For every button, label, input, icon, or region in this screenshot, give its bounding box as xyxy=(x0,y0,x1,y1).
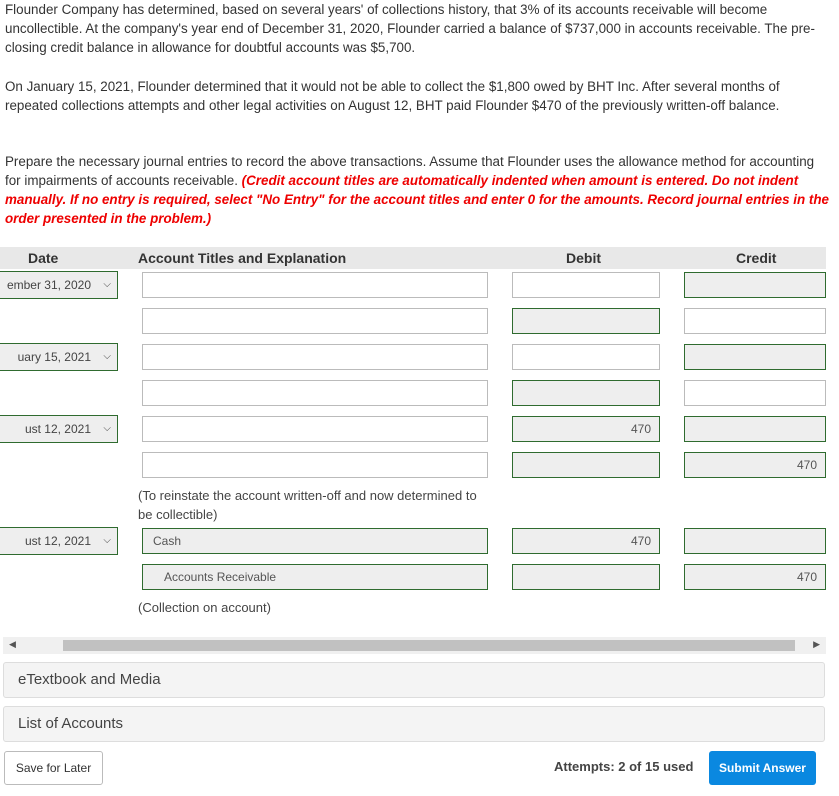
header-credit: Credit xyxy=(736,250,777,266)
debit-input[interactable]: 470 xyxy=(512,416,660,442)
credit-input[interactable]: 470 xyxy=(684,452,826,478)
credit-input[interactable] xyxy=(684,344,826,370)
date-select[interactable]: ust 12, 2021 ⌵ xyxy=(0,415,118,443)
credit-input[interactable] xyxy=(684,380,826,406)
debit-input[interactable] xyxy=(512,380,660,406)
scroll-right-icon[interactable]: ▶ xyxy=(813,639,820,650)
header-date: Date xyxy=(28,250,59,266)
entry-explanation: (Collection on account) xyxy=(138,600,271,615)
instructions: Prepare the necessary journal entries to… xyxy=(5,152,830,228)
account-input[interactable]: Cash xyxy=(142,528,488,554)
account-input[interactable] xyxy=(142,416,488,442)
scroll-left-icon[interactable]: ◀ xyxy=(9,639,16,650)
date-select[interactable]: ember 31, 2020 ⌵ xyxy=(0,271,118,299)
account-input[interactable]: Accounts Receivable xyxy=(142,564,488,590)
credit-input[interactable]: 470 xyxy=(684,564,826,590)
horizontal-scrollbar[interactable]: ◀ ▶ xyxy=(3,637,826,654)
debit-input[interactable] xyxy=(512,308,660,334)
date-select[interactable]: uary 15, 2021 ⌵ xyxy=(0,343,118,371)
account-input[interactable] xyxy=(142,272,488,298)
header-account: Account Titles and Explanation xyxy=(138,250,347,266)
debit-input[interactable] xyxy=(512,452,660,478)
debit-input[interactable]: 470 xyxy=(512,528,660,554)
list-of-accounts-section[interactable]: List of Accounts xyxy=(3,706,825,742)
date-value: ust 12, 2021 xyxy=(24,534,91,548)
header-debit: Debit xyxy=(566,250,601,266)
account-input[interactable] xyxy=(142,308,488,334)
submit-answer-button[interactable]: Submit Answer xyxy=(709,751,816,785)
debit-input[interactable] xyxy=(512,344,660,370)
save-for-later-button[interactable]: Save for Later xyxy=(4,751,103,785)
account-input[interactable] xyxy=(142,344,488,370)
credit-input[interactable] xyxy=(684,416,826,442)
chevron-down-icon: ⌵ xyxy=(103,351,111,362)
attempts-counter: Attempts: 2 of 15 used xyxy=(554,759,694,774)
credit-input[interactable] xyxy=(684,308,826,334)
debit-input[interactable] xyxy=(512,272,660,298)
problem-paragraph-1: Flounder Company has determined, based o… xyxy=(5,2,815,55)
account-input[interactable] xyxy=(142,452,488,478)
date-select[interactable]: ust 12, 2021 ⌵ xyxy=(0,527,118,555)
chevron-down-icon: ⌵ xyxy=(103,423,111,434)
account-input[interactable] xyxy=(142,380,488,406)
debit-input[interactable] xyxy=(512,564,660,590)
chevron-down-icon: ⌵ xyxy=(103,535,111,546)
credit-input[interactable] xyxy=(684,272,826,298)
date-value: uary 15, 2021 xyxy=(17,350,91,364)
etextbook-media-section[interactable]: eTextbook and Media xyxy=(3,662,825,698)
entry-explanation: (To reinstate the account written-off an… xyxy=(138,488,477,522)
date-value: ust 12, 2021 xyxy=(24,422,91,436)
table-header: Date Account Titles and Explanation Debi… xyxy=(0,247,826,269)
date-value: ember 31, 2020 xyxy=(6,278,91,292)
problem-paragraph-2: On January 15, 2021, Flounder determined… xyxy=(5,79,780,113)
credit-input[interactable] xyxy=(684,528,826,554)
chevron-down-icon: ⌵ xyxy=(103,279,111,290)
scrollbar-thumb[interactable] xyxy=(63,640,795,651)
